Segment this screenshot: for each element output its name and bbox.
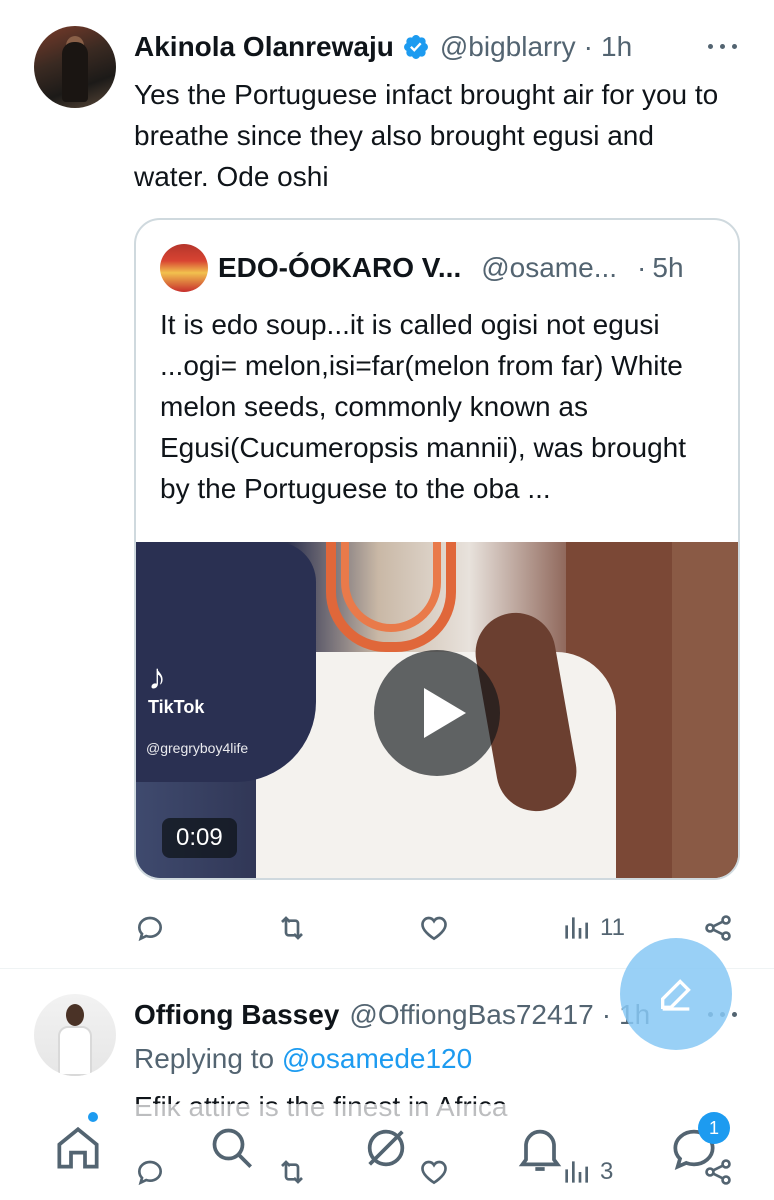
display-name[interactable]: Offiong Bassey [134,999,339,1031]
quoted-display-name: EDO-ÓOKARO V... [218,252,462,283]
play-button[interactable] [374,650,500,776]
like-button[interactable] [418,1150,450,1194]
video-player[interactable]: ♪ TikTok @gregryboy4life 0:09 [136,542,738,878]
tiktok-watermark: ♪ TikTok [148,657,204,718]
repost-button[interactable] [276,906,308,950]
avatar-figure-head [66,1004,84,1026]
repost-icon [281,1160,303,1184]
views-button[interactable]: 3 [560,1150,613,1194]
share-button[interactable] [702,1150,734,1194]
compose-icon [661,979,691,1011]
tiktok-label: TikTok [148,697,205,717]
avatar-figure-body [62,42,88,102]
timestamp[interactable]: 1h [601,31,632,63]
tweet-header: Akinola Olanrewaju @bigblarry · 1h [134,30,632,64]
heart-icon [421,916,447,941]
user-handle[interactable]: @bigblarry [440,31,576,63]
tweet-2-actions: 3 [134,1150,744,1194]
views-count: 3 [600,1158,614,1185]
tiktok-logo-icon: ♪ [148,656,166,697]
share-button[interactable] [702,906,734,950]
avatar[interactable] [34,26,116,108]
display-name[interactable]: Akinola Olanrewaju [134,31,394,63]
nav-home[interactable] [50,1120,106,1176]
reply-icon [137,1160,163,1186]
quoted-timestamp: 5h [652,252,684,283]
quoted-header: EDO-ÓOKARO V... @osame... · 5h [218,248,684,288]
share-icon [705,1159,731,1185]
replying-prefix: Replying to [134,1043,282,1074]
replying-to: Replying to @osamede120 [134,1038,472,1079]
quoted-tweet[interactable]: EDO-ÓOKARO V... @osame... · 5h It is edo… [134,218,740,880]
video-right-figure [672,542,738,878]
tweet-header: Offiong Bassey @OffiongBas72417 · 1h [134,998,650,1032]
like-button[interactable] [418,906,450,950]
quoted-handle: @osame... [481,252,618,283]
repost-icon [281,916,303,940]
quoted-text: It is edo soup...it is called ogisi not … [160,309,686,504]
reply-icon [137,916,163,942]
reply-button[interactable] [134,906,166,950]
home-icon [57,1126,99,1169]
share-icon [705,915,731,941]
tiktok-username: @gregryboy4life [146,740,249,756]
tweet-text: Yes the Portuguese infact brought air fo… [134,79,719,192]
video-duration: 0:09 [162,818,237,858]
more-options-icon[interactable] [708,36,738,56]
quoted-avatar [160,244,208,292]
home-unread-dot [88,1112,98,1122]
notification-badge: 1 [698,1112,730,1144]
repost-button[interactable] [276,1150,308,1194]
replying-to-link[interactable]: @osamede120 [282,1043,472,1074]
avatar-figure-body [58,1026,92,1076]
views-icon [565,1161,588,1183]
heart-icon [421,1160,447,1185]
verified-badge-icon [403,35,428,59]
avatar[interactable] [34,994,116,1076]
views-button[interactable]: 11 [560,906,625,950]
quoted-separator-dot: · [637,252,647,283]
reply-button[interactable] [134,1150,166,1194]
compose-post-button[interactable] [620,938,732,1050]
user-handle[interactable]: @OffiongBas72417 [349,999,593,1031]
separator-dot: · [601,999,612,1030]
separator-dot: · [583,31,593,62]
play-icon [424,688,466,738]
views-icon [565,917,588,939]
views-count: 11 [600,914,625,941]
